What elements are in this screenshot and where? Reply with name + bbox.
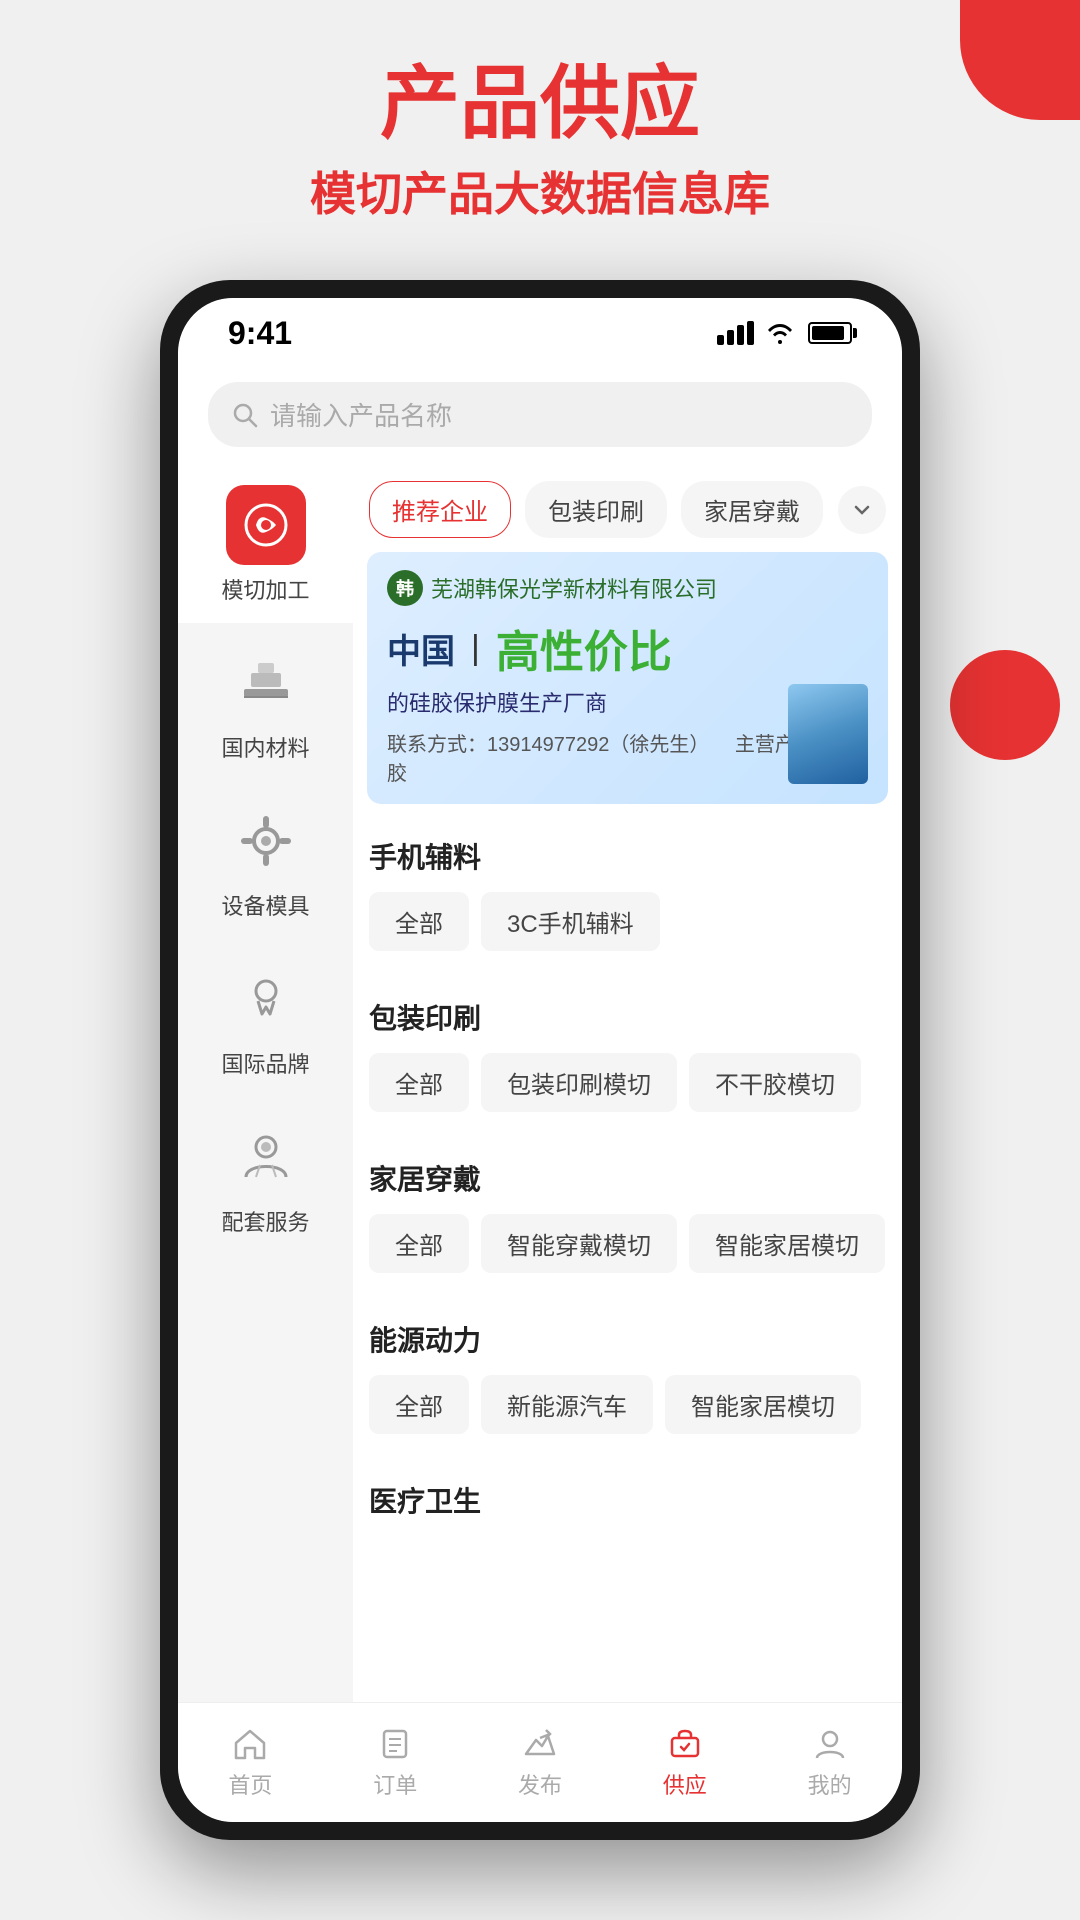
nav-label-supply: 供应 <box>663 1768 707 1800</box>
user-icon <box>812 1726 848 1762</box>
category-packaging: 包装印刷 全部 包装印刷模切 不干胶模切 <box>353 979 902 1130</box>
category-tag[interactable]: 智能家居模切 <box>689 1214 885 1273</box>
banner-main-text: 中国 | 高性价比 <box>387 616 868 680</box>
search-input-wrapper[interactable]: 请输入产品名称 <box>208 382 872 447</box>
status-icons <box>717 321 852 345</box>
category-title-medical: 医疗卫生 <box>369 1480 886 1520</box>
filter-tab-recommended[interactable]: 推荐企业 <box>369 481 511 538</box>
category-tag[interactable]: 全部 <box>369 1375 469 1434</box>
sidebar-label-international: 国际品牌 <box>221 1047 309 1079</box>
domestic-materials-icon <box>226 643 306 723</box>
signal-bars-icon <box>717 321 754 345</box>
search-area: 请输入产品名称 <box>178 368 902 467</box>
banner-company: 韩 芜湖韩保光学新材料有限公司 <box>387 570 868 606</box>
orders-icon <box>377 1726 413 1762</box>
banner-title-main: 产品供应 <box>0 60 1080 148</box>
category-title-mobile: 手机辅料 <box>369 836 886 876</box>
filter-tabs: 推荐企业 包装印刷 家居穿戴 <box>353 467 902 552</box>
category-tags-energy: 全部 新能源汽车 智能家居模切 <box>369 1375 886 1434</box>
top-banner: 产品供应 模切产品大数据信息库 <box>0 60 1080 224</box>
category-medical: 医疗卫生 <box>353 1462 902 1554</box>
nav-item-supply[interactable]: 供应 <box>612 1726 757 1800</box>
banner-title-sub: 模切产品大数据信息库 <box>0 158 1080 224</box>
banner-logo: 韩 <box>387 570 423 606</box>
phone-screen: 9:41 <box>178 298 902 1822</box>
nav-label-orders: 订单 <box>373 1768 417 1800</box>
category-tag[interactable]: 智能穿戴模切 <box>481 1214 677 1273</box>
supply-icon <box>667 1726 703 1762</box>
filter-dropdown-button[interactable] <box>838 486 886 534</box>
banner-china-text: 中国 <box>387 624 455 673</box>
sidebar-label-die-cutting: 模切加工 <box>221 573 309 605</box>
sidebar-label-domestic: 国内材料 <box>221 731 309 763</box>
sidebar-item-international[interactable]: 国际品牌 <box>178 941 353 1097</box>
equipment-icon <box>226 801 306 881</box>
battery-icon <box>808 322 852 344</box>
category-tags-packaging: 全部 包装印刷模切 不干胶模切 <box>369 1053 886 1112</box>
category-tag[interactable]: 不干胶模切 <box>689 1053 861 1112</box>
category-tag[interactable]: 全部 <box>369 1214 469 1273</box>
category-mobile-accessories: 手机辅料 全部 3C手机辅料 <box>353 818 902 969</box>
filter-tab-home-wear[interactable]: 家居穿戴 <box>681 481 823 538</box>
search-placeholder: 请输入产品名称 <box>270 396 452 433</box>
support-service-icon <box>226 1117 306 1197</box>
category-tag[interactable]: 全部 <box>369 892 469 951</box>
banner-highlight-text: 高性价比 <box>496 616 672 680</box>
filter-tab-packaging[interactable]: 包装印刷 <box>525 481 667 538</box>
sidebar-item-support-service[interactable]: 配套服务 <box>178 1099 353 1255</box>
category-tag[interactable]: 新能源汽车 <box>481 1375 653 1434</box>
category-tag[interactable]: 智能家居模切 <box>665 1375 861 1434</box>
die-cutting-icon <box>226 485 306 565</box>
category-tag[interactable]: 包装印刷模切 <box>481 1053 677 1112</box>
category-tag[interactable]: 3C手机辅料 <box>481 892 660 951</box>
category-title-home-wear: 家居穿戴 <box>369 1158 886 1198</box>
banner-ad[interactable]: 韩 芜湖韩保光学新材料有限公司 中国 | 高性价比 的硅胶保护膜生产厂商 联系方… <box>367 552 888 804</box>
bg-decor-bottom-right <box>950 650 1060 760</box>
main-content: 模切加工 国内材料 <box>178 467 902 1721</box>
category-tags-home-wear: 全部 智能穿戴模切 智能家居模切 <box>369 1214 886 1273</box>
home-icon <box>232 1726 268 1762</box>
status-bar: 9:41 <box>178 298 902 368</box>
phone-mockup: 9:41 <box>160 280 920 1840</box>
search-icon <box>232 402 258 428</box>
nav-label-home: 首页 <box>228 1768 272 1800</box>
status-time: 9:41 <box>228 315 292 352</box>
sidebar: 模切加工 国内材料 <box>178 467 353 1721</box>
sidebar-label-equipment: 设备模具 <box>221 889 309 921</box>
category-tag[interactable]: 全部 <box>369 1053 469 1112</box>
sidebar-label-support: 配套服务 <box>221 1205 309 1237</box>
right-content: 推荐企业 包装印刷 家居穿戴 韩 芜湖韩保光学新材料有限公司 <box>353 467 902 1721</box>
banner-company-name: 芜湖韩保光学新材料有限公司 <box>431 572 717 604</box>
bottom-nav: 首页 订单 发布 <box>178 1702 902 1822</box>
nav-item-publish[interactable]: 发布 <box>468 1726 613 1800</box>
international-brand-icon <box>226 959 306 1039</box>
nav-item-home[interactable]: 首页 <box>178 1726 323 1800</box>
sidebar-item-equipment[interactable]: 设备模具 <box>178 783 353 939</box>
wifi-icon <box>766 322 794 344</box>
category-title-energy: 能源动力 <box>369 1319 886 1359</box>
publish-icon <box>522 1726 558 1762</box>
nav-item-orders[interactable]: 订单 <box>323 1726 468 1800</box>
category-tags-mobile: 全部 3C手机辅料 <box>369 892 886 951</box>
sidebar-item-domestic-materials[interactable]: 国内材料 <box>178 625 353 781</box>
category-title-packaging: 包装印刷 <box>369 997 886 1037</box>
category-energy: 能源动力 全部 新能源汽车 智能家居模切 <box>353 1301 902 1452</box>
category-home-wear: 家居穿戴 全部 智能穿戴模切 智能家居模切 <box>353 1140 902 1291</box>
nav-label-publish: 发布 <box>518 1768 562 1800</box>
sidebar-item-die-cutting[interactable]: 模切加工 <box>178 467 353 623</box>
banner-product-image <box>788 684 868 784</box>
nav-label-mine: 我的 <box>808 1768 852 1800</box>
nav-item-mine[interactable]: 我的 <box>757 1726 902 1800</box>
